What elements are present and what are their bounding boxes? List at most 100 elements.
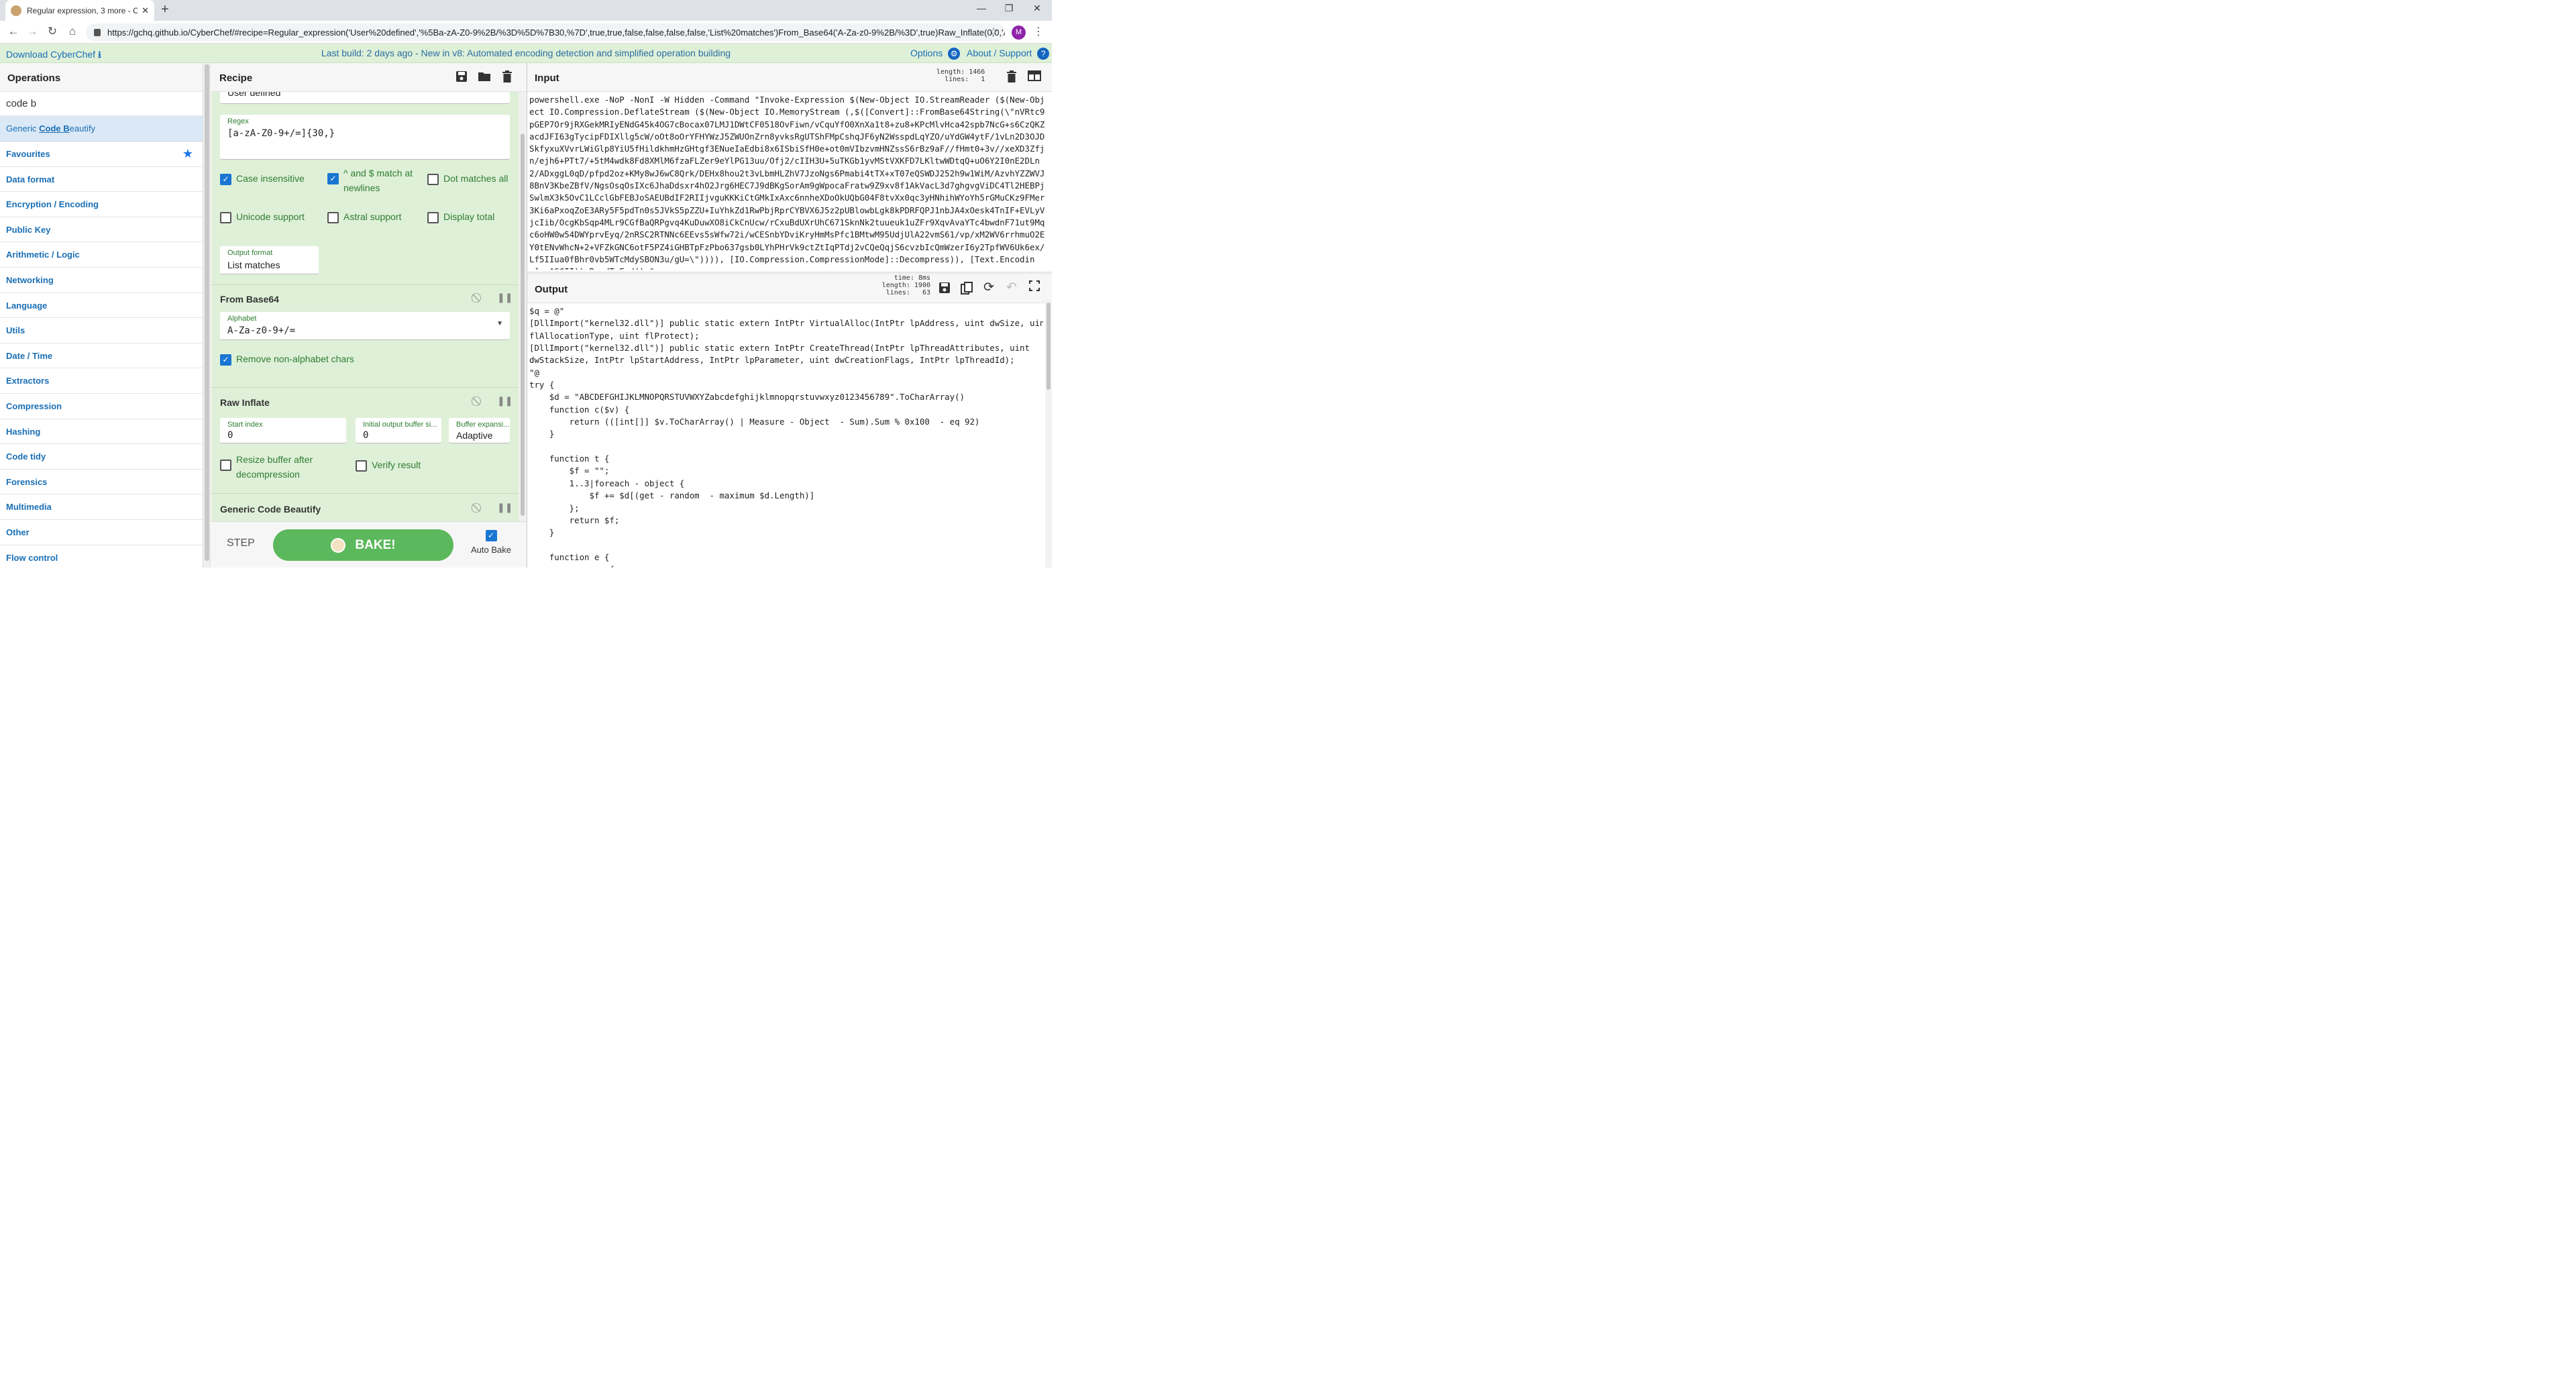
cyberchef-banner: Download CyberChef ⭳ Last build: 2 days … (0, 44, 1052, 63)
checkbox-unchecked-icon (427, 212, 439, 223)
initial-buffer-input[interactable]: Initial output buffer si... 0 (356, 418, 441, 443)
category-label: Flow control (6, 552, 58, 563)
checkbox-checked-icon: ✓ (220, 174, 231, 185)
dropdown-caret-icon[interactable]: ▼ (496, 320, 503, 327)
start-index-input[interactable]: Start index 0 (220, 418, 346, 443)
profile-avatar[interactable]: M (1012, 25, 1026, 40)
home-icon[interactable]: ⌂ (64, 25, 80, 38)
category-date-time[interactable]: Date / Time (0, 343, 203, 369)
output-line: dwStackSize, IntPtr lpStartAddress, IntP… (529, 355, 1015, 366)
address-bar[interactable]: https://gchq.github.io/CyberChef/#recipe… (86, 23, 1005, 41)
undo-icon[interactable]: ↶ (1006, 280, 1017, 295)
browser-tab[interactable]: Regular expression, 3 more - Cyb ✕ (5, 0, 154, 21)
alphabet-label: Alphabet (227, 315, 257, 323)
output-line: $d = "ABCDEFGHIJKLMNOPQRSTUVWXYZabcdefgh… (529, 392, 965, 403)
category-public-key[interactable]: Public Key (0, 217, 203, 243)
astral-checkbox[interactable]: Astral support (327, 211, 401, 223)
copy-output-icon[interactable] (961, 282, 973, 299)
search-result-generic-code-beautify[interactable]: Generic Code Beautify (0, 116, 203, 142)
tab-close-icon[interactable]: ✕ (142, 5, 149, 16)
about-support-link[interactable]: About / Support ? (967, 48, 1050, 60)
category-networking[interactable]: Networking (0, 268, 203, 293)
output-scrollbar[interactable] (1045, 300, 1052, 568)
forward-arrow-icon[interactable]: → (24, 25, 40, 38)
case-insensitive-checkbox[interactable]: ✓ Case insensitive (220, 173, 305, 185)
maximise-output-icon[interactable] (1029, 280, 1040, 295)
output-text[interactable]: $q = @" [DllImport("kernel32.dll")] publi… (529, 305, 1043, 568)
category-other[interactable]: Other (0, 520, 203, 545)
category-data-format[interactable]: Data format (0, 167, 203, 193)
reload-icon[interactable]: ↻ (44, 25, 60, 38)
result-match: Code B (39, 123, 70, 133)
category-label: Encryption / Encoding (6, 199, 99, 210)
output-format-select[interactable]: Output format List matches (220, 246, 319, 274)
checkbox-unchecked-icon (220, 460, 231, 471)
bookmark-star-icon[interactable]: ☆ (989, 25, 998, 38)
reset-layout-icon[interactable] (1028, 70, 1041, 85)
save-recipe-icon[interactable] (455, 70, 468, 86)
dot-all-checkbox[interactable]: Dot matches all (427, 173, 508, 185)
category-favourites[interactable]: Favourites ★ (0, 142, 203, 167)
category-language[interactable]: Language (0, 293, 203, 319)
save-output-icon[interactable] (938, 282, 951, 297)
step-button[interactable]: STEP (227, 537, 255, 549)
bake-button[interactable]: BAKE! (273, 529, 453, 561)
category-encryption-encoding[interactable]: Encryption / Encoding (0, 192, 203, 217)
window-close-button[interactable]: ✕ (1024, 3, 1051, 14)
back-arrow-icon[interactable]: ← (5, 25, 21, 38)
minimize-button[interactable]: — (968, 3, 995, 13)
category-utils[interactable]: Utils (0, 318, 203, 343)
options-link[interactable]: Options ⚙ (910, 48, 961, 60)
download-cyberchef-link[interactable]: Download CyberChef ⭳ (6, 48, 101, 64)
input-title: Input (535, 72, 559, 84)
display-total-checkbox[interactable]: Display total (427, 211, 494, 223)
new-tab-button[interactable]: + (161, 2, 169, 17)
buffer-expansion-select[interactable]: Buffer expansi... Adaptive (449, 418, 510, 443)
alphabet-select[interactable]: Alphabet A-Za-z0-9+/= ▼ (220, 312, 510, 340)
regex-input[interactable]: Regex [a-zA-Z0-9+/=]{30,} (220, 115, 510, 160)
from-base64-title[interactable]: From Base64 (220, 294, 279, 305)
input-textarea[interactable]: powershell.exe -NoP -NonI -W Hidden -Com… (529, 94, 1047, 270)
breakpoint-pause-icon[interactable]: ❚❚ (497, 292, 513, 303)
browser-menu-icon[interactable]: ⋮ (1033, 25, 1044, 38)
category-forensics[interactable]: Forensics (0, 470, 203, 495)
category-hashing[interactable]: Hashing (0, 419, 203, 445)
operations-search-input[interactable]: code b (0, 92, 203, 116)
category-code-tidy[interactable]: Code tidy (0, 444, 203, 470)
scroll-thumb[interactable] (205, 64, 209, 561)
raw-inflate-title[interactable]: Raw Inflate (220, 397, 270, 408)
resize-buffer-checkbox[interactable]: Resize buffer after decompression (220, 452, 334, 482)
category-compression[interactable]: Compression (0, 394, 203, 419)
category-arithmetic-logic[interactable]: Arithmetic / Logic (0, 242, 203, 268)
auto-bake-checkbox[interactable]: ✓ Auto Bake (471, 530, 511, 555)
load-recipe-folder-icon[interactable] (478, 70, 491, 86)
scroll-thumb[interactable] (1046, 303, 1051, 390)
category-flow-control[interactable]: Flow control (0, 545, 203, 568)
scroll-thumb[interactable] (521, 133, 525, 516)
input-header: Input length: 1466 lines: 1 (527, 63, 1052, 92)
options-label: Options (910, 48, 943, 58)
category-label: Forensics (6, 476, 48, 487)
category-multimedia[interactable]: Multimedia (0, 494, 203, 520)
built-in-regexes-select[interactable]: User defined (220, 92, 510, 104)
clear-input-trash-icon[interactable] (1006, 70, 1017, 86)
category-extractors[interactable]: Extractors (0, 368, 203, 394)
multiline-checkbox[interactable]: ✓ ^ and $ match at newlines (327, 166, 421, 195)
generic-code-beautify-title[interactable]: Generic Code Beautify (220, 504, 321, 515)
recipe-title: Recipe (219, 72, 253, 84)
restore-button[interactable]: ❐ (996, 3, 1022, 14)
checkbox-checked-icon: ✓ (220, 354, 231, 366)
breakpoint-pause-icon[interactable]: ❚❚ (497, 395, 513, 407)
recipe-scrollbar[interactable] (519, 92, 527, 521)
replace-input-icon[interactable]: ⟳ (983, 280, 994, 295)
gear-icon: ⚙ (948, 48, 961, 60)
remove-non-alphabet-checkbox[interactable]: ✓ Remove non-alphabet chars (220, 354, 354, 366)
operations-scrollbar[interactable] (203, 63, 211, 568)
breakpoint-pause-icon[interactable]: ❚❚ (497, 502, 513, 513)
category-label: Code tidy (6, 451, 46, 462)
verify-result-checkbox[interactable]: Verify result (356, 460, 421, 472)
unicode-checkbox[interactable]: Unicode support (220, 211, 305, 223)
output-line: function e { (529, 551, 610, 562)
clear-recipe-trash-icon[interactable] (502, 70, 513, 86)
buffer-expansion-value: Adaptive (456, 430, 493, 441)
